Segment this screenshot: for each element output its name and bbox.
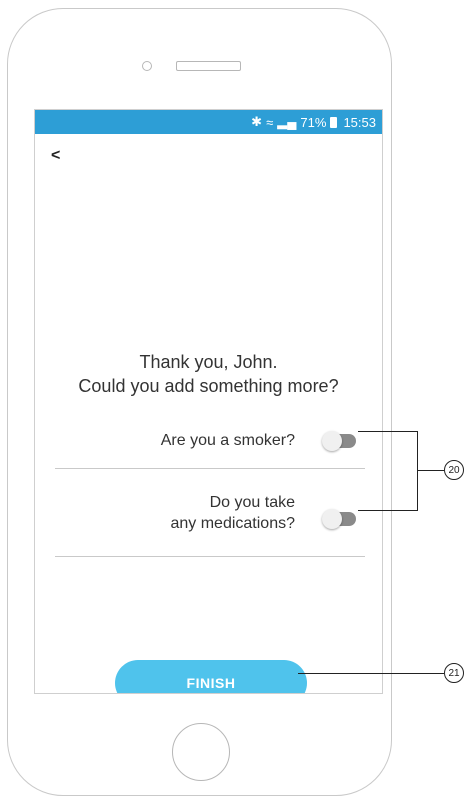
status-time: 15:53 <box>343 114 376 130</box>
camera-icon <box>142 61 152 71</box>
smoker-toggle[interactable] <box>322 431 356 451</box>
callout-line <box>418 470 444 471</box>
callout-line <box>358 510 418 511</box>
bluetooth-icon: ✱ <box>251 114 263 129</box>
battery-percent: 71% <box>300 114 327 130</box>
medications-question: Do you take any medications? <box>75 492 295 534</box>
headline-line-2: Could you add something more? <box>78 376 339 396</box>
status-bar: ✱ ≈ ▂▄ 71% 15:53 <box>35 110 382 134</box>
smoker-question: Are you a smoker? <box>75 430 295 451</box>
home-button[interactable] <box>172 723 230 781</box>
toggle-knob <box>322 509 342 529</box>
callout-line <box>417 431 418 511</box>
finish-button[interactable]: FINISH <box>115 660 307 693</box>
callout-line <box>358 431 418 432</box>
wifi-icon: ≈ <box>266 114 274 130</box>
callout-badge-20: 20 <box>444 460 464 480</box>
phone-frame: ✱ ≈ ▂▄ 71% 15:53 < Thank you, John. Coul… <box>7 8 392 796</box>
toggle-knob <box>322 431 342 451</box>
medications-question-line-1: Do you take <box>209 494 295 511</box>
speaker-grille <box>176 61 241 71</box>
headline-line-1: Thank you, John. <box>139 352 278 372</box>
callout-line <box>298 673 444 674</box>
app-screen: ✱ ≈ ▂▄ 71% 15:53 < Thank you, John. Coul… <box>34 109 383 694</box>
medications-toggle[interactable] <box>322 509 356 529</box>
smoker-question-line-1: Are you a smoker? <box>160 432 295 449</box>
divider <box>55 468 365 469</box>
callout-badge-21: 21 <box>444 663 464 683</box>
battery-icon <box>330 116 338 128</box>
signal-icon: ▂▄ <box>277 114 297 129</box>
medications-question-line-2: any medications? <box>170 515 295 532</box>
back-button[interactable]: < <box>51 147 60 165</box>
divider <box>55 556 365 557</box>
